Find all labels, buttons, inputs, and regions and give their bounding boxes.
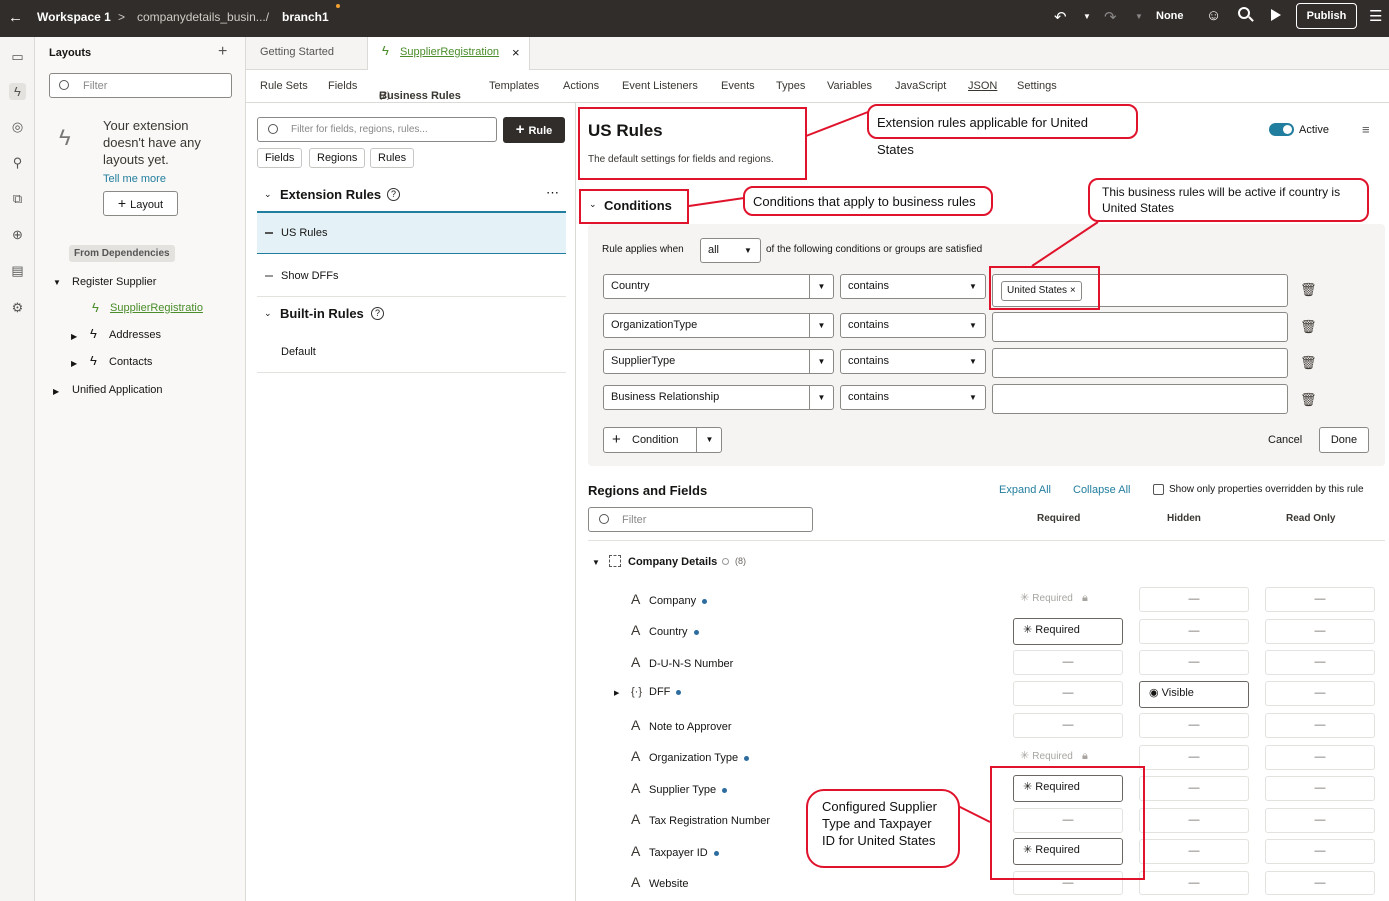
callout-extension-rules: Extension rules applicable for United St…: [867, 104, 1138, 157]
leader-line: [957, 805, 991, 823]
callout-country-active: This business rules will be active if co…: [1088, 178, 1369, 222]
leader-line: [688, 197, 745, 207]
callout-leader-lines: [688, 111, 1099, 823]
leader-line: [1031, 221, 1099, 267]
callout-conditions: Conditions that apply to business rules: [743, 186, 993, 216]
leader-line: [805, 111, 869, 137]
callout-configured-fields: Configured Supplier Type and Taxpayer ID…: [806, 789, 960, 868]
